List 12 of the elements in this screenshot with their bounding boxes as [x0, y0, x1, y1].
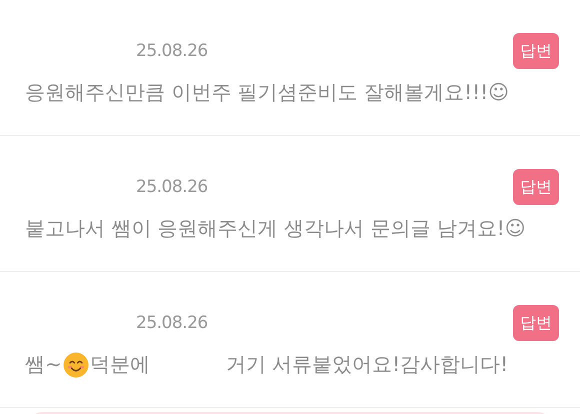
comment-text: 덕분에 — [90, 351, 150, 378]
comment-text: 응원해주신만큼 이번주 필기셤준비도 잘해볼게요!!!☺ — [25, 79, 509, 106]
comment-text: 거기 서류붙었어요!감사합니다! — [226, 351, 508, 378]
comment-date: 25.08.26 — [136, 177, 208, 197]
reply-button[interactable]: 답변 — [513, 305, 559, 341]
comment-date: 25.08.26 — [136, 313, 208, 333]
reply-button[interactable]: 답변 — [513, 169, 559, 205]
comment-date: 25.08.26 — [136, 41, 208, 61]
reply-button[interactable]: 답변 — [513, 33, 559, 69]
comment-text: 쌤~ — [25, 351, 62, 378]
smiling-face-icon — [62, 352, 89, 378]
comment-text: 붙고나서 쌤이 응원해주신게 생각나서 문의글 남겨요!☺ — [25, 215, 526, 242]
